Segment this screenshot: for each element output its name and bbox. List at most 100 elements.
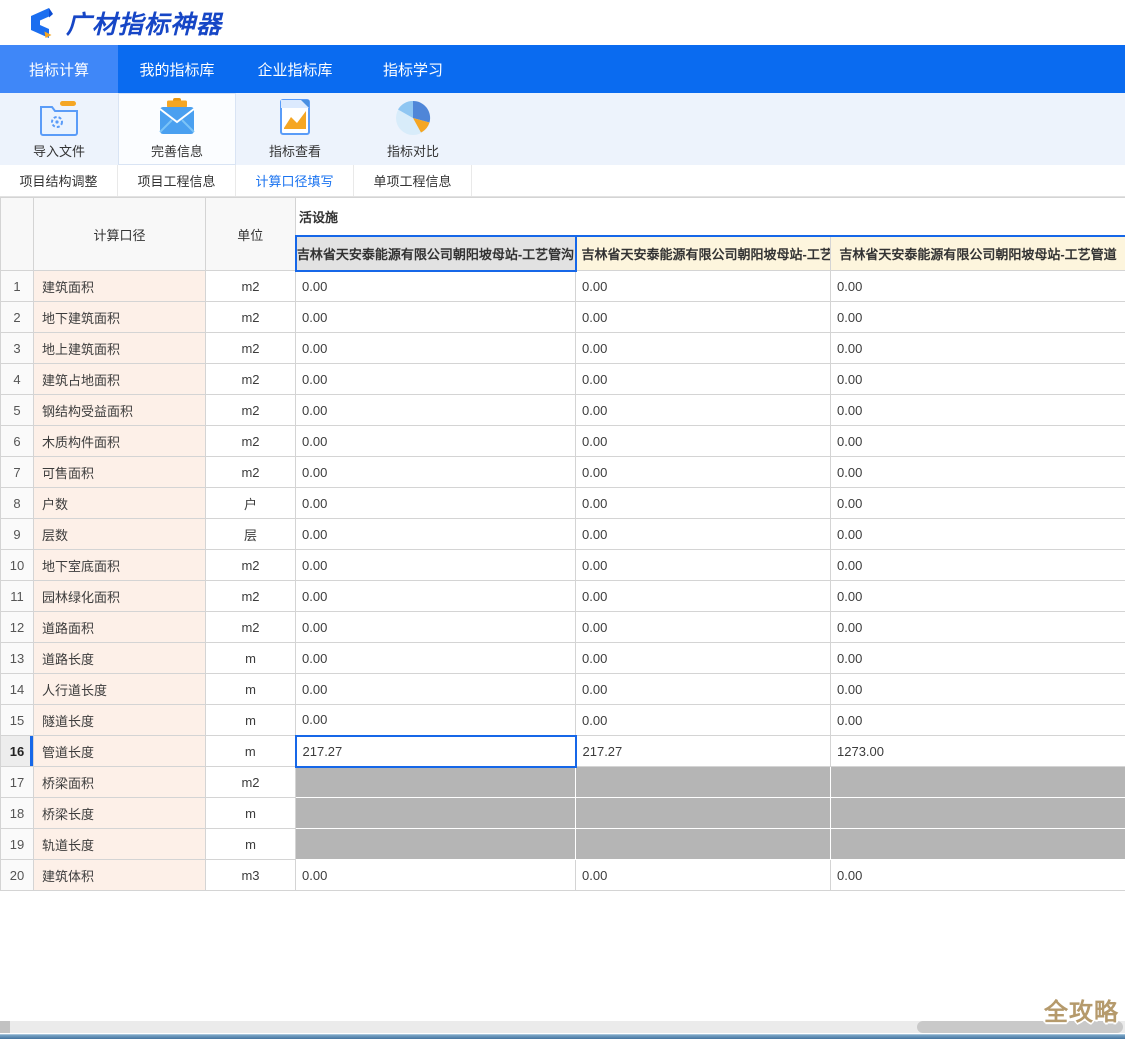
value-cell[interactable]: 0.00 [831,302,1125,333]
value-cell[interactable]: 0.00 [296,457,576,488]
unit-cell: m3 [206,860,296,891]
value-cell[interactable]: 0.00 [831,612,1125,643]
unit-cell: 户 [206,488,296,519]
row-number-cell: 2 [1,302,34,333]
value-cell[interactable]: 0.00 [831,457,1125,488]
value-cell[interactable]: 0.00 [296,581,576,612]
value-cell[interactable]: 0.00 [831,860,1125,891]
value-cell[interactable]: 0.00 [296,519,576,550]
value-cell[interactable]: 0.00 [831,364,1125,395]
subtab-project-structure[interactable]: 项目结构调整 [0,165,118,196]
table-row: 16管道长度m217.27217.271273.00 [1,736,1125,767]
unit-cell: m2 [206,581,296,612]
import-file-button[interactable]: 导入文件 [0,93,118,165]
row-number-cell: 1 [1,271,34,302]
value-cell[interactable]: 0.00 [831,581,1125,612]
value-cell[interactable]: 217.27 [576,736,831,767]
value-cell[interactable]: 0.00 [296,395,576,426]
value-cell[interactable]: 0.00 [576,581,831,612]
table-row: 4建筑占地面积m20.000.000.00 [1,364,1125,395]
value-cell[interactable]: 0.00 [831,395,1125,426]
value-cell[interactable]: 0.00 [576,860,831,891]
row-number-cell: 3 [1,333,34,364]
table-row: 12道路面积m20.000.000.00 [1,612,1125,643]
table-row: 10地下室底面积m20.000.000.00 [1,550,1125,581]
compare-indicator-button[interactable]: 指标对比 [354,93,472,165]
value-cell[interactable]: 0.00 [831,271,1125,302]
horizontal-scrollbar[interactable] [0,1021,1125,1033]
value-cell[interactable]: 0.00 [831,674,1125,705]
app-header: 广材指标神器 [0,0,1125,45]
value-cell[interactable]: 0.00 [296,550,576,581]
scrollbar-corner [0,1021,10,1033]
caliber-name-cell: 管道长度 [34,736,206,767]
value-cell [831,767,1125,798]
table-row: 11园林绿化面积m20.000.000.00 [1,581,1125,612]
value-cell[interactable]: 0.00 [576,550,831,581]
column-header-project-2[interactable]: 吉林省天安泰能源有限公司朝阳坡母站-工艺... [576,236,831,271]
nav-tab-indicator-learning[interactable]: 指标学习 [354,45,472,93]
table-row: 17桥梁面积m2 [1,767,1125,798]
view-indicator-button[interactable]: 指标查看 [236,93,354,165]
value-cell[interactable]: 0.00 [296,612,576,643]
value-cell[interactable]: 0.00 [576,643,831,674]
value-cell[interactable]: 0.00 [831,643,1125,674]
unit-cell: m2 [206,364,296,395]
view-indicator-icon [273,98,317,138]
value-cell [831,829,1125,860]
value-cell[interactable]: 0.00 [576,457,831,488]
watermark-text: 全攻略 [1044,992,1119,1027]
table-row: 9层数层0.000.000.00 [1,519,1125,550]
value-cell[interactable]: 0.00 [576,612,831,643]
value-cell[interactable]: 0.00 [831,550,1125,581]
value-cell[interactable]: 0.00 [831,333,1125,364]
value-cell[interactable]: 0.00 [576,705,831,736]
value-cell[interactable]: 0.00 [296,271,576,302]
caliber-name-cell: 地下建筑面积 [34,302,206,333]
value-cell[interactable]: 0.00 [576,674,831,705]
app-title: 广材指标神器 [66,5,222,41]
complete-info-button[interactable]: 完善信息 [118,93,236,165]
value-cell[interactable]: 0.00 [576,426,831,457]
value-cell[interactable]: 0.00 [296,705,576,736]
caliber-name-cell: 桥梁面积 [34,767,206,798]
nav-tab-enterprise-library[interactable]: 企业指标库 [236,45,354,93]
value-cell [296,829,576,860]
value-cell[interactable]: 0.00 [576,395,831,426]
value-cell[interactable]: 0.00 [296,364,576,395]
value-cell[interactable]: 0.00 [296,674,576,705]
value-cell[interactable]: 0.00 [576,488,831,519]
value-cell[interactable]: 0.00 [576,271,831,302]
nav-tab-indicator-calc[interactable]: 指标计算 [0,45,118,93]
table-row: 8户数户0.000.000.00 [1,488,1125,519]
value-cell[interactable]: 0.00 [296,488,576,519]
value-cell[interactable]: 0.00 [576,519,831,550]
row-number-cell: 7 [1,457,34,488]
value-cell[interactable]: 0.00 [576,302,831,333]
value-cell[interactable]: 217.27 [296,736,576,767]
value-cell[interactable]: 0.00 [296,860,576,891]
value-cell[interactable]: 0.00 [296,426,576,457]
value-cell[interactable]: 0.00 [296,302,576,333]
subtab-calc-caliber[interactable]: 计算口径填写 [236,165,354,196]
value-cell[interactable]: 0.00 [831,705,1125,736]
value-cell[interactable]: 0.00 [576,333,831,364]
subtab-project-info[interactable]: 项目工程信息 [118,165,236,196]
value-cell[interactable]: 0.00 [831,426,1125,457]
unit-cell: m2 [206,333,296,364]
value-cell[interactable]: 1273.00 [831,736,1125,767]
value-cell[interactable]: 0.00 [831,519,1125,550]
value-cell[interactable]: 0.00 [576,364,831,395]
value-cell[interactable]: 0.00 [296,643,576,674]
unit-cell: 层 [206,519,296,550]
value-cell[interactable]: 0.00 [831,488,1125,519]
subtab-single-project-info[interactable]: 单项工程信息 [354,165,472,196]
app-logo: 广材指标神器 [24,5,222,41]
column-header-project-3[interactable]: 吉林省天安泰能源有限公司朝阳坡母站-工艺管道 [831,236,1125,271]
caliber-name-cell: 桥梁长度 [34,798,206,829]
column-header-project-1[interactable]: 吉林省天安泰能源有限公司朝阳坡母站-工艺管沟 [296,236,576,271]
value-cell[interactable]: 0.00 [296,333,576,364]
unit-cell: m2 [206,550,296,581]
nav-tab-my-library[interactable]: 我的指标库 [118,45,236,93]
table-row: 19轨道长度m [1,829,1125,860]
